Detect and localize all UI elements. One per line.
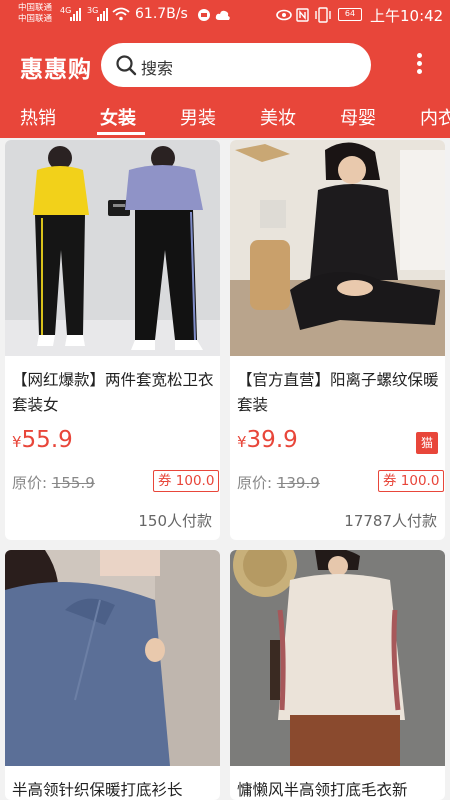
product-price: ¥39.9 [237,427,298,453]
product-title[interactable]: 慵懒风半高领打底毛衣新 [237,778,442,800]
product-image[interactable] [5,140,220,356]
battery-icon: 64 [338,8,362,21]
tab-underwear[interactable]: 内衣 [420,104,450,130]
product-image[interactable] [230,140,445,356]
category-tabs: 热销 女装 男装 美妆 母婴 内衣 [0,98,450,138]
app-brand: 惠惠购 [20,57,92,83]
nfc-icon [296,8,309,22]
wifi-icon [112,7,130,21]
coupon-badge[interactable]: 券 100.0 [378,470,445,492]
signal-icon-2 [97,7,108,21]
product-image[interactable] [5,550,220,766]
original-price: 原价: 139.9 [237,474,320,492]
product-card[interactable]: 【网红爆款】两件套宽松卫衣套装女 ¥55.9 原价: 155.9 券 100.0… [5,140,220,540]
status-bar: 中国联通 中国联通 4G 3G 61.7B/s 64 上午10:42 [0,0,450,30]
product-image[interactable] [230,550,445,766]
sold-count: 150人付款 [138,512,212,530]
app-header: 惠惠购 搜索 [0,30,450,98]
signal-icon [70,7,81,21]
original-price: 原价: 155.9 [12,474,95,492]
product-title[interactable]: 半高领针织保暖打底衫长 [12,778,217,800]
tab-beauty[interactable]: 美妆 [260,104,296,130]
carrier-label: 中国联通 中国联通 [18,3,53,24]
vibrate-icon [315,7,331,23]
search-bar[interactable]: 搜索 [101,43,371,87]
cloud-icon [215,10,230,20]
product-price: ¥55.9 [12,427,73,453]
tab-men[interactable]: 男装 [180,104,216,130]
product-card[interactable]: 【官方直营】阳离子螺纹保暖套装 ¥39.9 猫 原价: 139.9 券 100.… [230,140,445,540]
tmall-badge: 猫 [416,432,438,454]
active-tab-indicator [97,132,145,135]
tab-baby[interactable]: 母婴 [340,104,376,130]
clock: 上午10:42 [370,7,444,25]
vpn-icon [198,9,210,21]
product-card[interactable]: 慵懒风半高领打底毛衣新 [230,550,445,800]
tab-women[interactable]: 女装 [100,104,136,130]
product-title[interactable]: 【官方直营】阳离子螺纹保暖套装 [237,368,442,418]
network-speed: 61.7B/s [135,6,188,22]
coupon-badge[interactable]: 券 100.0 [153,470,220,492]
product-title[interactable]: 【网红爆款】两件套宽松卫衣套装女 [12,368,217,418]
product-card[interactable]: 半高领针织保暖打底衫长 [5,550,220,800]
more-menu-icon[interactable] [406,50,432,80]
tab-hot[interactable]: 热销 [20,104,56,130]
search-icon [116,55,137,76]
eye-icon [276,9,292,21]
search-placeholder: 搜索 [141,59,174,78]
sold-count: 17787人付款 [344,512,437,530]
